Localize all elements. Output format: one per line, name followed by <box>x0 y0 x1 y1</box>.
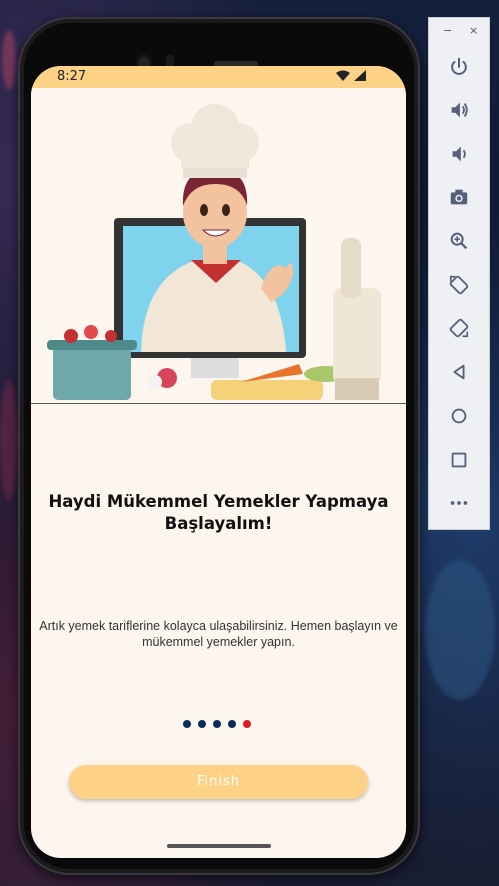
minimize-icon[interactable]: − <box>443 24 452 37</box>
chef-illustration <box>31 88 406 404</box>
app-screen: 8:27 Haydi Mükemmel Yemekler Yapmaya Baş… <box>31 66 406 858</box>
panel-window-controls: − × <box>429 22 489 42</box>
zoom-button[interactable] <box>446 228 472 254</box>
volume-up-icon <box>451 102 468 118</box>
back-icon <box>453 364 465 380</box>
volume-down-icon <box>452 146 466 162</box>
emulator-toolbar: − × <box>428 17 490 530</box>
page-dot[interactable] <box>198 720 206 728</box>
more-icon <box>450 501 468 505</box>
volume-up-button[interactable] <box>446 97 472 123</box>
wifi-icon <box>336 70 350 81</box>
power-button[interactable] <box>446 54 472 80</box>
page-dot[interactable] <box>228 720 236 728</box>
volume-down-button[interactable] <box>446 141 472 167</box>
chef-image <box>47 104 381 400</box>
status-time: 8:27 <box>57 69 87 84</box>
more-button[interactable] <box>446 490 472 516</box>
status-icons <box>336 70 366 81</box>
finish-button[interactable]: Finish <box>69 765 368 799</box>
onboarding-description: Artık yemek tariflerine kolayca ulaşabil… <box>39 619 398 649</box>
close-icon[interactable]: × <box>469 24 478 37</box>
signal-icon <box>354 70 366 81</box>
page-dot[interactable] <box>183 720 191 728</box>
rotate-right-button[interactable] <box>446 315 472 341</box>
background-light <box>425 560 495 700</box>
screenshot-button[interactable] <box>446 184 472 210</box>
gesture-nav-bar[interactable] <box>167 844 271 848</box>
home-button[interactable] <box>446 403 472 429</box>
background-light <box>0 380 18 500</box>
zoom-icon <box>450 232 468 250</box>
rotate-left-icon <box>449 275 469 295</box>
page-dot[interactable] <box>213 720 221 728</box>
background-light <box>2 30 16 90</box>
overview-icon <box>451 452 467 468</box>
rotate-left-button[interactable] <box>446 272 472 298</box>
status-bar: 8:27 <box>31 66 406 88</box>
rotate-right-icon <box>449 318 469 338</box>
home-icon <box>451 408 467 424</box>
overview-button[interactable] <box>446 447 472 473</box>
page-indicator <box>183 720 251 728</box>
page-dot-active[interactable] <box>243 720 251 728</box>
camera-icon <box>450 189 468 205</box>
onboarding-title: Haydi Mükemmel Yemekler Yapmaya Başlayal… <box>48 492 389 533</box>
back-button[interactable] <box>446 359 472 385</box>
power-icon <box>451 57 467 75</box>
